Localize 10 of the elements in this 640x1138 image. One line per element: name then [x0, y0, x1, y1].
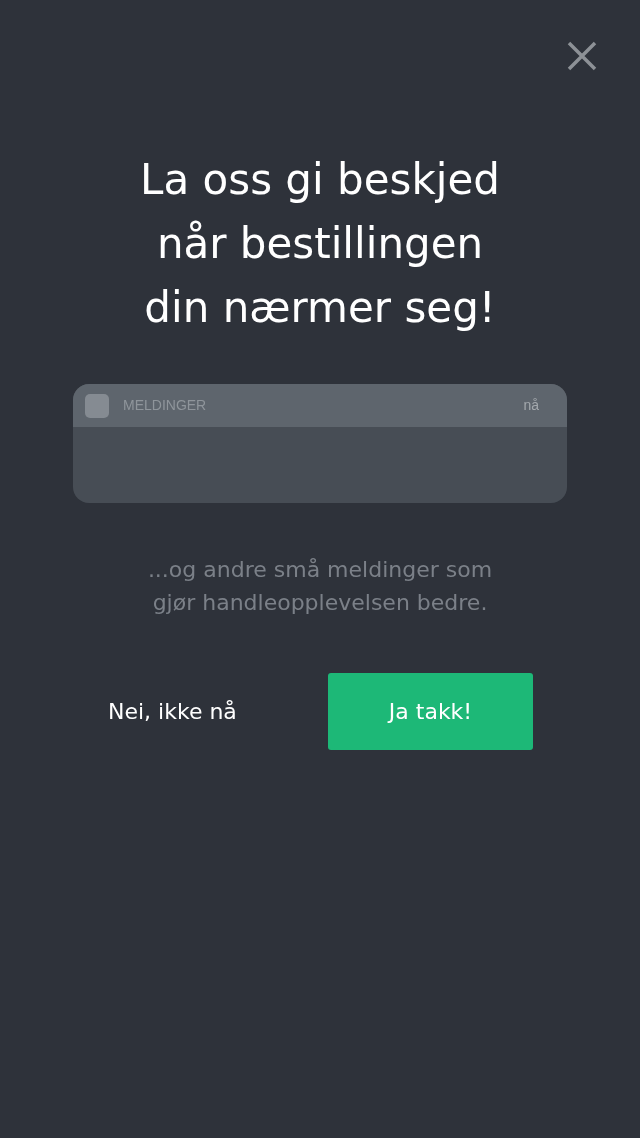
app-icon	[85, 393, 109, 418]
decline-button[interactable]: Nei, ikke nå	[100, 685, 245, 738]
close-icon	[566, 40, 598, 72]
title-line: når bestillingen	[156, 218, 484, 270]
title-line: din nærmer seg!	[144, 282, 496, 334]
subtitle-line: ...og andre små meldinger som	[147, 556, 493, 584]
subtitle-line: gjør handleopplevelsen bedre.	[152, 589, 488, 617]
close-button[interactable]	[566, 40, 598, 72]
title-line: La oss gi beskjed	[140, 154, 500, 206]
notification-time: nå	[523, 396, 539, 415]
